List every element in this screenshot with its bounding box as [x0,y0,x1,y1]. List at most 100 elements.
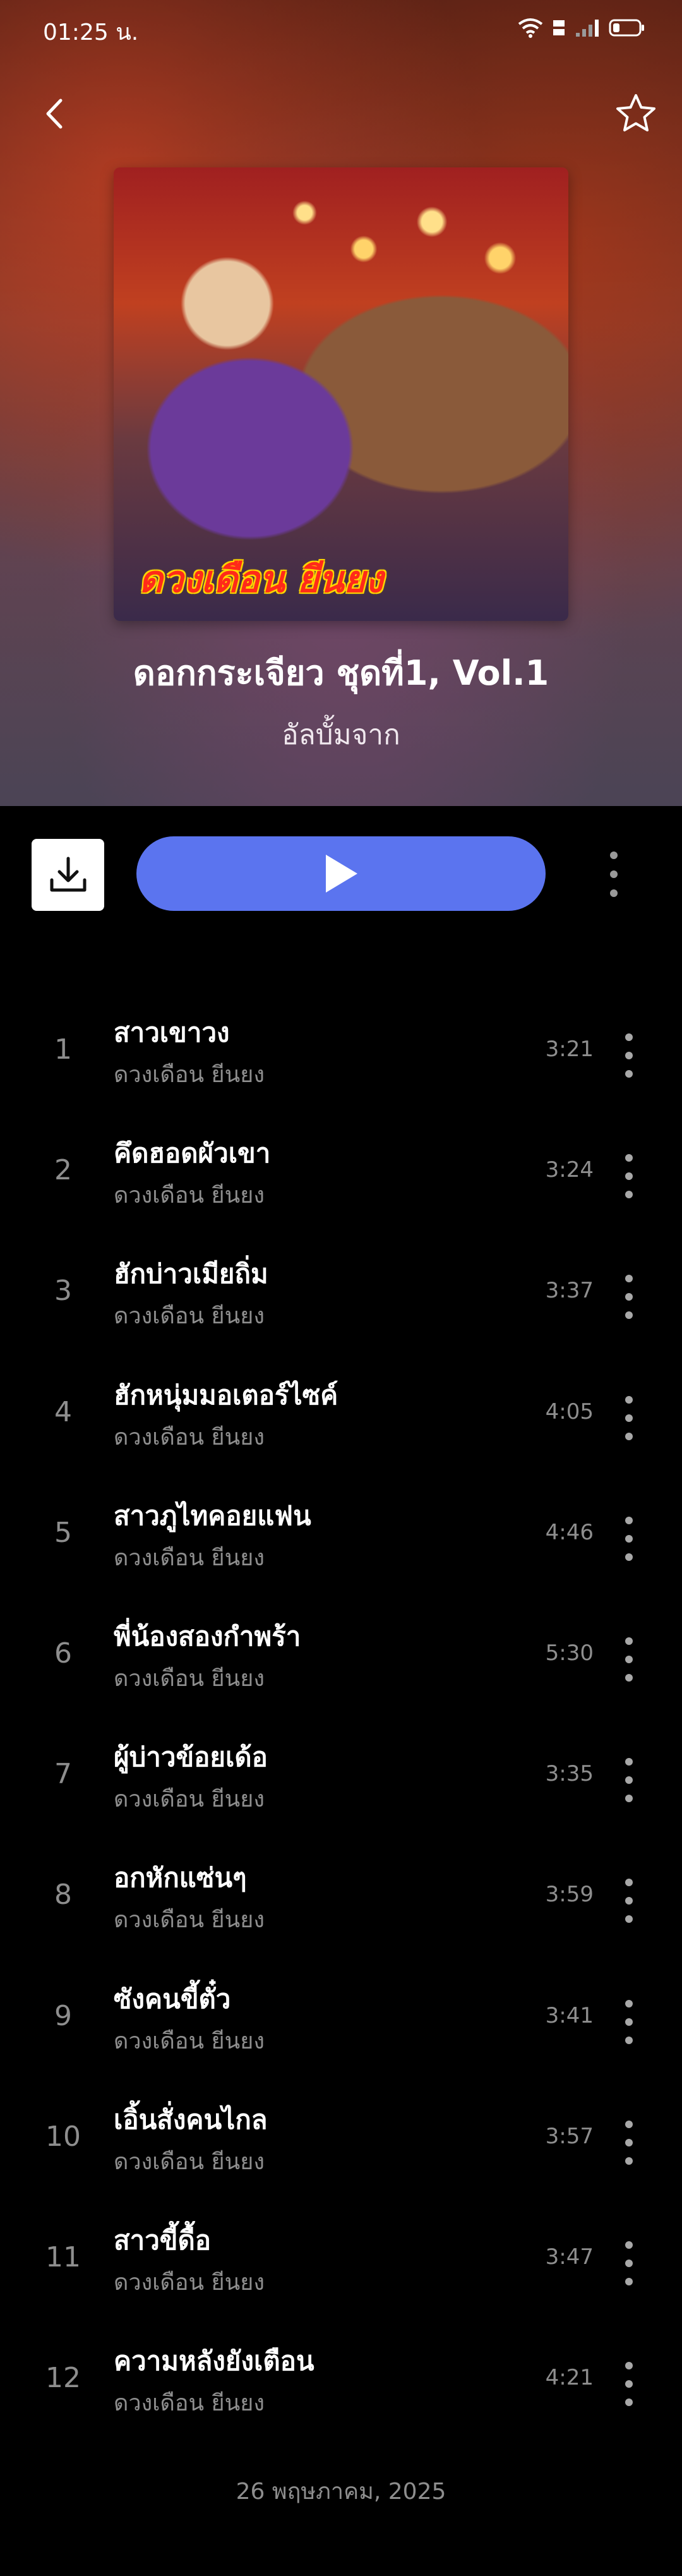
track-artist: ดวงเดือน ยีนยง [114,1424,265,1450]
more-dot [625,1052,633,1059]
signal-icon [576,20,599,37]
more-vertical-icon [625,2121,633,2128]
track-artist: ดวงเดือน ยีนยง [114,1183,265,1208]
track-number: 10 [45,2121,81,2153]
download-button[interactable] [32,839,104,911]
track-row[interactable]: 2 คึดฮอดผัวเขา ดวงเดือน ยีนยง 3:24 [0,1122,682,1217]
track-more-button[interactable] [616,2116,642,2170]
status-time: 01:25 น. [43,20,139,45]
more-dot [625,2139,633,2146]
track-number: 12 [45,2362,81,2394]
more-dot [625,2260,633,2267]
track-artist: ดวงเดือน ยีนยง [114,1062,265,1088]
more-dot [625,1915,633,1923]
track-title: ฮักบ่าวเมียถิ่ม [114,1258,268,1289]
track-number: 5 [54,1517,72,1549]
track-more-button[interactable] [616,1149,642,1203]
track-duration: 3:24 [545,1157,594,1183]
track-duration: 3:37 [545,1278,594,1303]
album-cover: ดวงเดือน ยีนยง [114,167,568,621]
star-outline-icon [616,94,655,131]
more-dot [625,2398,633,2406]
track-row[interactable]: 3 ฮักบ่าวเมียถิ่มดวงเดือน ยีนยง 3:37 [0,1243,682,1338]
track-artist: ดวงเดือน ยีนยง [114,1666,265,1692]
track-title: ซังคนขี้ตั๋ว [114,1983,231,2014]
more-vertical-icon [610,852,618,859]
more-dot [610,889,618,897]
track-more-button[interactable] [616,1632,642,1687]
track-artist: ดวงเดือน ยีนยง [114,2028,265,2054]
more-dot [625,1433,633,1440]
volte-icon [553,20,565,35]
more-dot [625,2157,633,2165]
track-title: สาวเขาวง [114,1017,230,1048]
track-number: 8 [54,1879,72,1911]
play-button[interactable] [136,836,546,911]
favorite-button[interactable] [614,92,658,136]
track-number: 4 [54,1396,72,1428]
track-number: 7 [54,1758,72,1790]
more-vertical-icon [625,2000,633,2007]
track-artist: ดวงเดือน ยีนยง [114,1786,265,1812]
status-icons [518,18,645,38]
track-artist: ดวงเดือน ยีนยง [114,2390,265,2416]
track-row[interactable]: 9 ซังคนขี้ตั๋ว ดวงเดือน ยีนยง 3:41 [0,1968,682,2063]
track-number: 1 [54,1033,72,1066]
track-number: 11 [45,2241,81,2273]
track-more-button[interactable] [616,2236,642,2290]
track-more-button[interactable] [616,1028,642,1083]
track-more-button[interactable] [616,1270,642,1324]
track-row[interactable]: 8 อกหักแซ่นๆ ดวงเดือน ยีนยง 3:59 [0,1847,682,1942]
track-artist: ดวงเดือน ยีนยง [114,2270,265,2296]
album-more-button[interactable] [601,848,626,901]
track-row[interactable]: 7 ผู้บ่าวข้อยเด้อ ดวงเดือน ยีนยง 3:35 [0,1726,682,1821]
more-dot [625,2037,633,2044]
battery-icon [609,19,644,37]
track-title: สาวขี้ดื้อ [114,2225,212,2256]
more-dot [625,1795,633,1802]
track-duration: 5:30 [545,1640,594,1666]
track-more-button[interactable] [616,1753,642,1807]
more-vertical-icon [625,1758,633,1766]
download-icon [50,857,86,892]
album-subtitle[interactable]: อัลบั้มจาก [0,713,682,757]
track-row[interactable]: 5 สาวภูไทคอยแฟน ดวงเดือน ยีนยง 4:46 [0,1485,682,1580]
more-vertical-icon [625,1275,633,1282]
track-artist: ดวงเดือน ยีนยง [114,1545,265,1571]
track-more-button[interactable] [616,1995,642,2049]
track-row[interactable]: 4 ฮักหนุ่มมอเตอร์ไซค์ ดวงเดือน ยีนยง 4:05 [0,1364,682,1459]
more-vertical-icon [625,1033,633,1041]
track-more-button[interactable] [616,1512,642,1566]
back-button[interactable] [37,92,72,136]
more-vertical-icon [625,2362,633,2369]
more-dot [625,1535,633,1543]
more-dot [625,1293,633,1301]
track-more-button[interactable] [616,1874,642,1928]
track-title: อกหักแซ่นๆ [114,1862,247,1893]
track-title: เอิ้นสั่งคนไกล [114,2104,268,2135]
track-title: พี่น้องสองกำพร้า [114,1621,301,1652]
track-row[interactable]: 6 พี่น้องสองกำพร้าดวงเดือน ยีนยง 5:30 [0,1606,682,1700]
more-dot [610,870,618,878]
track-row[interactable]: 11 สาวขี้ดื้อ ดวงเดือน ยีนยง 3:47 [0,2210,682,2304]
track-number: 6 [54,1637,72,1670]
more-dot [625,1311,633,1319]
release-date: 26 พฤษภาคม, 2025 [236,2479,446,2505]
cover-artist-text: ดวงเดือน ยีนยง [139,558,383,601]
track-row[interactable]: 10 เอิ้นสั่งคนไกล ดวงเดือน ยีนยง 3:57 [0,2089,682,2184]
more-dot [625,1070,633,1078]
track-more-button[interactable] [616,1391,642,1445]
track-duration: 3:21 [545,1037,594,1062]
track-title: คึดฮอดผัวเขา [114,1138,271,1169]
more-vertical-icon [625,2241,633,2249]
track-row[interactable]: 1 สาวเขาวงดวงเดือน ยีนยง 3:21 [0,1002,682,1097]
more-dot [625,1776,633,1784]
more-dot [625,1897,633,1905]
more-dot [625,1191,633,1198]
more-dot [625,1656,633,1663]
track-row[interactable]: 12 ความหลังยังเตือน ดวงเดือน ยีนยง 4:21 [0,2330,682,2425]
track-more-button[interactable] [616,2357,642,2411]
track-artist: ดวงเดือน ยีนยง [114,1303,265,1329]
track-number: 3 [54,1275,72,1307]
track-duration: 3:35 [545,1761,594,1786]
